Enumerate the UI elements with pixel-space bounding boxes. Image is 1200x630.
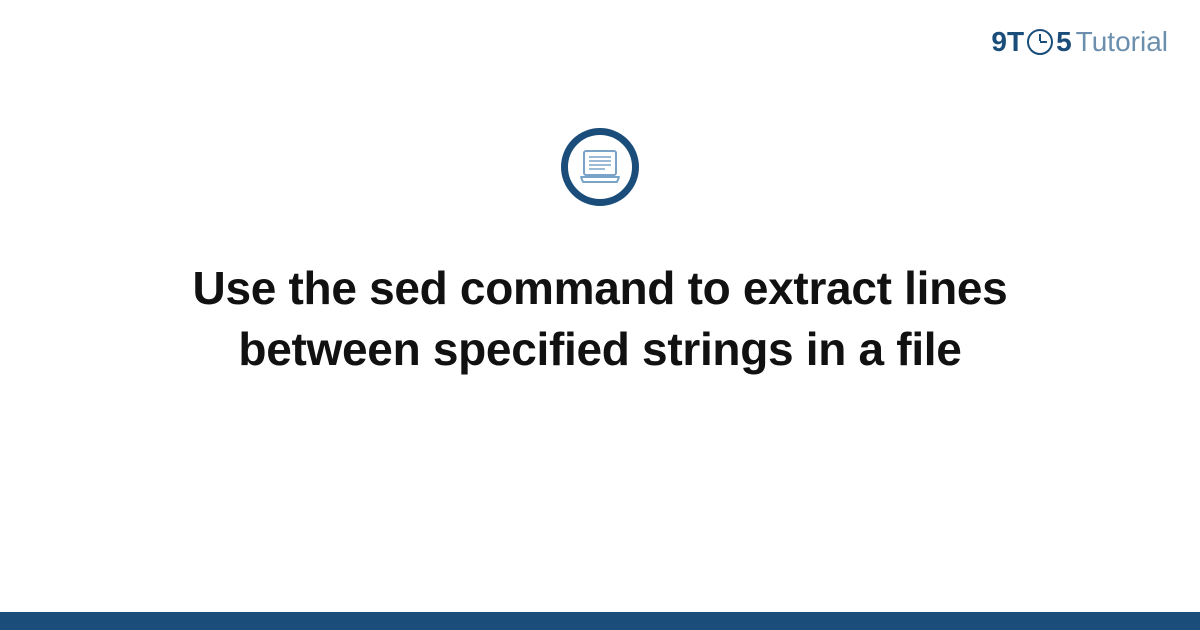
laptop-icon (579, 149, 621, 185)
article-title: Use the sed command to extract lines bet… (140, 258, 1060, 379)
article-icon-circle (561, 128, 639, 206)
logo-text-9t: 9T (991, 26, 1024, 58)
main-content: Use the sed command to extract lines bet… (0, 128, 1200, 379)
clock-icon (1027, 29, 1053, 55)
logo-text-5: 5 (1056, 26, 1072, 58)
logo-text-tutorial: Tutorial (1076, 26, 1168, 58)
footer-accent-bar (0, 612, 1200, 630)
site-logo: 9T 5 Tutorial (991, 26, 1168, 58)
